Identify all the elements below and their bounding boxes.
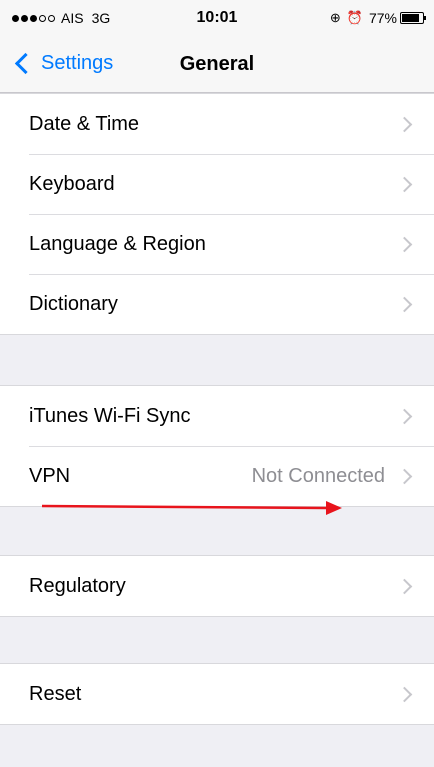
settings-group-2: iTunes Wi-Fi Sync VPN Not Connected [0, 385, 434, 507]
red-arrow-annotation [42, 501, 342, 515]
navigation-bar: Settings General [0, 40, 434, 93]
row-vpn[interactable]: VPN Not Connected [0, 446, 434, 506]
settings-group-1: Date & Time Keyboard Language & Region D… [0, 93, 434, 335]
settings-group-3: Regulatory [0, 555, 434, 617]
row-dictionary[interactable]: Dictionary [0, 274, 434, 334]
chevron-right-icon [396, 296, 413, 312]
status-right: ⊕ ⏰ 77% [329, 10, 426, 26]
alarm-icon: ⏰ [346, 10, 363, 25]
row-label: VPN [29, 464, 71, 487]
chevron-right-icon [396, 176, 413, 192]
chevron-right-icon [396, 578, 413, 594]
row-date-time[interactable]: Date & Time [0, 94, 434, 154]
row-label: Dictionary [29, 292, 118, 315]
row-itunes-wifi-sync[interactable]: iTunes Wi-Fi Sync [0, 386, 434, 446]
chevron-right-icon [396, 686, 413, 702]
row-regulatory[interactable]: Regulatory [0, 556, 434, 616]
status-bar: AIS 3G 10:01 ⊕ ⏰ 77% [0, 0, 434, 40]
row-keyboard[interactable]: Keyboard [0, 154, 434, 214]
row-language-region[interactable]: Language & Region [0, 214, 434, 274]
chevron-right-icon [396, 408, 413, 424]
row-reset[interactable]: Reset [0, 664, 434, 724]
battery-percent: 77% [368, 10, 397, 26]
row-label: Date & Time [29, 112, 140, 135]
battery-icon [400, 12, 426, 24]
row-label: Language & Region [29, 232, 206, 255]
settings-group-4: Reset [0, 663, 434, 725]
row-label: Reset [29, 682, 82, 705]
chevron-right-icon [396, 236, 413, 252]
row-label: iTunes Wi-Fi Sync [29, 404, 191, 427]
chevron-right-icon [396, 116, 413, 132]
page-title: General [179, 53, 255, 75]
row-label: Keyboard [29, 172, 115, 195]
row-label: Regulatory [29, 574, 126, 597]
chevron-right-icon [396, 468, 413, 484]
vpn-status-value: Not Connected [251, 464, 385, 487]
lock-rotation-icon: ⊕ [329, 10, 341, 25]
